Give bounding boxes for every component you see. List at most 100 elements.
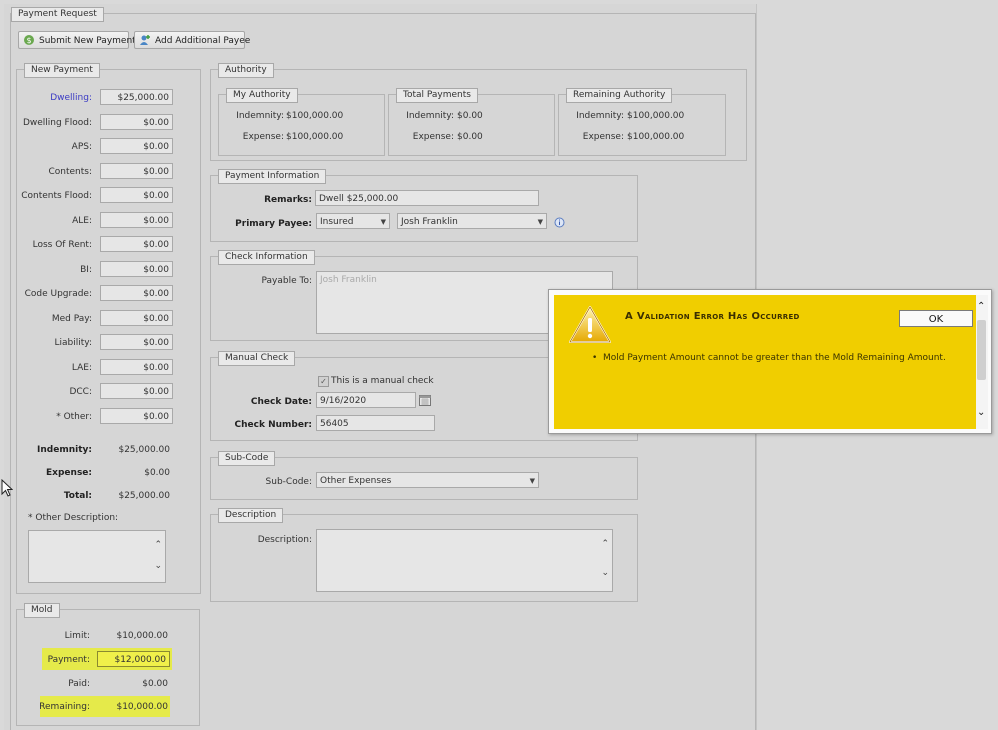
add-additional-payee-button[interactable]: Add Additional Payee bbox=[134, 31, 250, 49]
calendar-icon[interactable] bbox=[419, 394, 431, 406]
ok-button[interactable]: OK bbox=[899, 310, 973, 327]
description-input[interactable]: ⌃ ⌄ bbox=[316, 529, 613, 592]
new-payment-total-value: $25,000.00 bbox=[118, 491, 170, 501]
chevron-down-icon: ▼ bbox=[380, 218, 386, 226]
manual-check-checkbox-label: This is a manual check bbox=[331, 376, 434, 386]
sub-code-select[interactable]: Other Expenses ▼ bbox=[316, 472, 539, 488]
total-payments-title: Total Payments bbox=[396, 88, 478, 103]
new-payment-total-label: Indemnity: bbox=[37, 445, 92, 455]
new-payment-row-label: Code Upgrade: bbox=[24, 289, 92, 299]
check-date-label: Check Date: bbox=[250, 397, 312, 407]
check-number-input[interactable]: 56405 bbox=[316, 415, 435, 431]
mold-limit-value: $10,000.00 bbox=[116, 631, 168, 641]
mouse-cursor-icon bbox=[1, 479, 13, 497]
mold-remaining-label: Remaining: bbox=[39, 702, 90, 712]
manual-check-title: Manual Check bbox=[218, 351, 296, 366]
new-payment-row-input[interactable]: $0.00 bbox=[100, 211, 173, 228]
remaining-authority-expense-label: Expense: bbox=[582, 132, 624, 142]
sub-code-title: Sub-Code bbox=[218, 451, 276, 466]
authority-title: Authority bbox=[218, 63, 274, 78]
remaining-authority-title: Remaining Authority bbox=[566, 88, 673, 103]
dialog-scrollbar[interactable]: ⌃ ⌄ bbox=[976, 295, 988, 429]
new-payment-row-label: BI: bbox=[80, 264, 92, 275]
remaining-authority-expense-value: $100,000.00 bbox=[627, 132, 685, 142]
new-payment-row-input[interactable]: $25,000.00 bbox=[100, 89, 173, 105]
scroll-up-arrow-icon[interactable]: ⌃ bbox=[977, 301, 985, 312]
validation-error-body: A Validation Error Has Occurred OK • Mol… bbox=[554, 295, 976, 429]
payee-type-select[interactable]: Insured ▼ bbox=[316, 213, 390, 229]
validation-error-title: A Validation Error Has Occurred bbox=[625, 311, 800, 322]
new-payment-title: New Payment bbox=[24, 63, 100, 78]
svg-text:$: $ bbox=[26, 36, 31, 45]
chevron-down-icon: ▼ bbox=[529, 477, 535, 485]
warning-icon bbox=[569, 306, 611, 343]
new-payment-row-input[interactable]: $0.00 bbox=[100, 358, 173, 375]
remarks-label: Remarks: bbox=[264, 195, 312, 205]
new-payment-row-input[interactable]: $0.00 bbox=[100, 113, 173, 130]
submit-new-payment-label: Submit New Payment bbox=[39, 36, 136, 46]
mold-paid-value: $0.00 bbox=[142, 679, 168, 689]
new-payment-row-input[interactable]: $0.00 bbox=[100, 260, 173, 277]
new-payment-row-input[interactable]: $0.00 bbox=[100, 407, 173, 424]
remarks-input[interactable]: Dwell $25,000.00 bbox=[315, 190, 539, 206]
submit-new-payment-button[interactable]: $ Submit New Payment bbox=[18, 31, 136, 49]
payable-to-label: Payable To: bbox=[261, 276, 313, 286]
payee-name-value: Josh Franklin bbox=[401, 217, 458, 227]
new-payment-total-value: $0.00 bbox=[144, 468, 170, 478]
total-payments-indemnity-label: Indemnity: bbox=[406, 111, 454, 121]
scroll-down-arrow-icon[interactable]: ⌄ bbox=[977, 407, 985, 418]
info-icon[interactable] bbox=[554, 217, 565, 228]
new-payment-row-input[interactable]: $0.00 bbox=[100, 236, 173, 252]
mold-limit-label: Limit: bbox=[64, 631, 90, 641]
sub-code-value: Other Expenses bbox=[320, 476, 392, 486]
scroll-up-arrow-icon[interactable]: ⌃ bbox=[154, 540, 162, 550]
my-authority-group: My Authority bbox=[218, 88, 385, 156]
mold-remaining-value: $10,000.00 bbox=[116, 702, 168, 712]
new-payment-row-label: * Other: bbox=[56, 411, 92, 422]
chevron-down-icon: ▼ bbox=[537, 218, 543, 226]
payee-type-value: Insured bbox=[320, 217, 354, 227]
my-authority-expense-value: $100,000.00 bbox=[286, 132, 344, 142]
my-authority-expense-label: Expense: bbox=[242, 132, 284, 142]
manual-check-checkbox[interactable]: ✓ bbox=[318, 376, 329, 387]
new-payment-row-label: Loss Of Rent: bbox=[32, 240, 92, 250]
new-payment-row-input[interactable]: $0.00 bbox=[100, 309, 173, 326]
new-payment-total-value: $25,000.00 bbox=[118, 445, 170, 455]
payment-information-group: Payment Information bbox=[210, 169, 638, 242]
scroll-down-arrow-icon[interactable]: ⌄ bbox=[154, 561, 162, 571]
new-payment-row-input[interactable]: $0.00 bbox=[100, 162, 173, 179]
description-label: Description: bbox=[257, 535, 312, 545]
new-payment-row-input[interactable]: $0.00 bbox=[100, 383, 173, 399]
money-icon: $ bbox=[24, 35, 34, 45]
total-payments-group: Total Payments bbox=[388, 88, 555, 156]
new-payment-row-label: Contents: bbox=[48, 166, 92, 177]
mold-payment-label: Payment: bbox=[47, 655, 90, 665]
new-payment-total-label: Total: bbox=[63, 491, 92, 501]
new-payment-row-label[interactable]: Dwelling: bbox=[20, 93, 92, 103]
add-user-icon bbox=[140, 35, 150, 45]
scroll-up-arrow-icon[interactable]: ⌃ bbox=[601, 539, 609, 549]
new-payment-row-input[interactable]: $0.00 bbox=[100, 187, 173, 203]
scroll-thumb[interactable] bbox=[977, 320, 986, 380]
remaining-authority-group: Remaining Authority bbox=[558, 88, 726, 156]
new-payment-row-label: Med Pay: bbox=[51, 313, 92, 324]
mold-payment-input[interactable]: $12,000.00 bbox=[97, 651, 170, 667]
new-payment-row-label: Liability: bbox=[54, 338, 92, 348]
check-number-label: Check Number: bbox=[234, 420, 312, 430]
check-information-title: Check Information bbox=[218, 250, 315, 265]
new-payment-total-label: Expense: bbox=[46, 468, 92, 478]
new-payment-row-input[interactable]: $0.00 bbox=[100, 334, 173, 350]
new-payment-row-input[interactable]: $0.00 bbox=[100, 285, 173, 301]
total-payments-expense-value: $0.00 bbox=[457, 132, 483, 142]
other-description-input[interactable]: ⌃ ⌄ bbox=[28, 530, 166, 583]
check-date-input[interactable]: 9/16/2020 bbox=[316, 392, 416, 408]
new-payment-row-input[interactable]: $0.00 bbox=[100, 138, 173, 154]
new-payment-row-label: Dwelling Flood: bbox=[22, 117, 92, 128]
my-authority-indemnity-label: Indemnity: bbox=[236, 111, 284, 121]
total-payments-indemnity-value: $0.00 bbox=[457, 111, 483, 121]
validation-error-dialog: A Validation Error Has Occurred OK • Mol… bbox=[548, 289, 992, 434]
new-payment-row-label: DCC: bbox=[69, 387, 92, 397]
scroll-down-arrow-icon[interactable]: ⌄ bbox=[601, 568, 609, 578]
payee-name-select[interactable]: Josh Franklin ▼ bbox=[397, 213, 547, 229]
new-payment-row-label: Contents Flood: bbox=[21, 191, 92, 201]
